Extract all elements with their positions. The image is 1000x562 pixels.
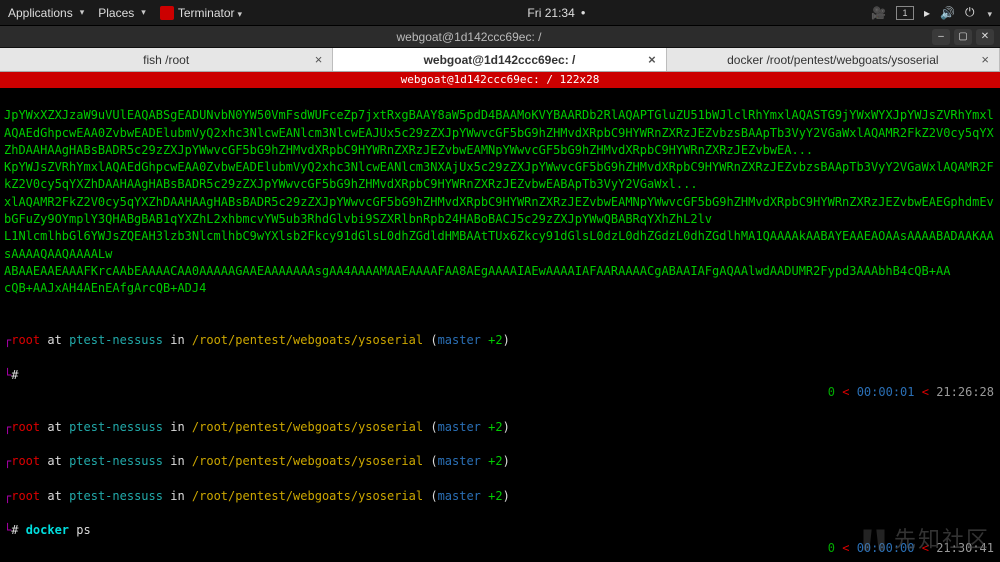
window-close-button[interactable]: ✕ <box>976 29 994 45</box>
terminal-tab-strip: fish /root × webgoat@1d142ccc69ec: / × d… <box>0 48 1000 72</box>
prompt-line: ┌root at ptest-nessuss in /root/pentest/… <box>4 488 996 505</box>
notification-dot-icon: ● <box>581 8 586 17</box>
prompt-continuation: └# 0 < 00:00:01 < 21:26:28 <box>4 367 996 384</box>
terminator-icon <box>160 6 174 20</box>
terminal-pane-title: webgoat@1d142ccc69ec: / 122x28 <box>0 72 1000 88</box>
terminal-output[interactable]: JpYWxXZXJzaW9uVUlEAQABSgEADUNvbN0YW50VmF… <box>0 88 1000 560</box>
tab-fish-root[interactable]: fish /root × <box>0 48 333 71</box>
window-minimize-button[interactable]: – <box>932 29 950 45</box>
clock-label[interactable]: Fri 21:34 <box>527 6 574 20</box>
elapsed-timer: 0 < 00:00:01 < 21:26:28 <box>828 384 994 401</box>
network-icon[interactable]: ▸ <box>924 6 930 20</box>
app-terminator[interactable]: Terminator <box>160 6 242 20</box>
system-menu[interactable] <box>984 6 992 20</box>
window-title: webgoat@1d142ccc69ec: / <box>6 30 932 44</box>
window-maximize-button[interactable]: ▢ <box>954 29 972 45</box>
prompt-line: ┌root at ptest-nessuss in /root/pentest/… <box>4 332 996 349</box>
base64-blob: JpYWxXZXJzaW9uVUlEAQABSgEADUNvbN0YW50VmF… <box>4 107 996 297</box>
workspace-indicator[interactable]: 1 <box>896 6 914 20</box>
gnome-top-panel: Applications Places Terminator Fri 21:34… <box>0 0 1000 26</box>
prompt-line: ┌root at ptest-nessuss in /root/pentest/… <box>4 419 996 436</box>
tab-close-button[interactable]: × <box>981 52 989 67</box>
menu-applications[interactable]: Applications <box>8 6 84 20</box>
elapsed-timer: 0 < 00:00:00 < 21:30:41 <box>828 540 994 557</box>
tab-close-button[interactable]: × <box>648 52 656 67</box>
tab-docker[interactable]: docker /root/pentest/webgoats/ysoserial … <box>667 48 1000 71</box>
command-line: └# docker ps 0 < 00:00:00 < 21:30:41 <box>4 522 996 539</box>
volume-icon[interactable]: 🔊 <box>940 6 955 20</box>
window-title-bar: webgoat@1d142ccc69ec: / – ▢ ✕ <box>0 26 1000 48</box>
prompt-line: ┌root at ptest-nessuss in /root/pentest/… <box>4 453 996 470</box>
tab-webgoat[interactable]: webgoat@1d142ccc69ec: / × <box>333 48 666 71</box>
camera-icon[interactable]: 🎥 <box>871 6 886 20</box>
power-icon[interactable]: ⏻ <box>965 5 975 20</box>
menu-places[interactable]: Places <box>98 6 146 20</box>
tab-close-button[interactable]: × <box>315 52 323 67</box>
